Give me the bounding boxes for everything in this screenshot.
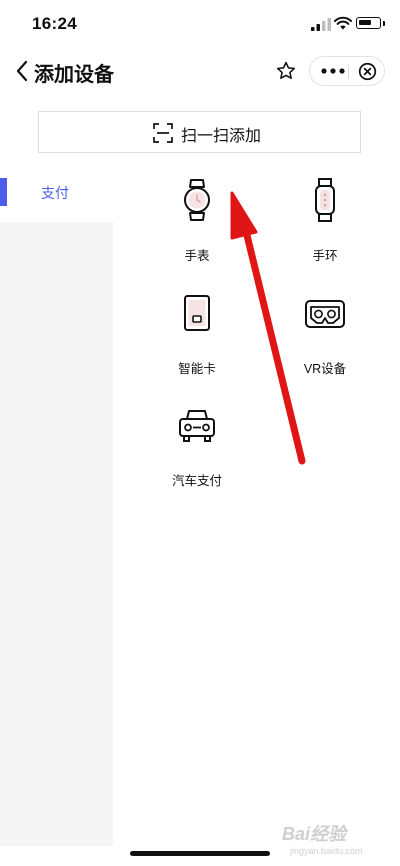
battery-nub — [383, 21, 385, 26]
close-circle-icon[interactable] — [358, 62, 377, 81]
capsule-divider — [348, 64, 349, 79]
device-label: 手环 — [312, 249, 338, 263]
nav-bar: 添加设备 — [0, 48, 400, 96]
back-chevron-icon[interactable] — [14, 59, 30, 83]
star-icon[interactable] — [275, 60, 297, 82]
sidebar-item-label: 支付 — [41, 185, 69, 201]
sidebar-active-indicator — [0, 178, 7, 206]
scan-icon — [153, 123, 173, 143]
device-vr[interactable]: VR设备 — [280, 294, 370, 394]
more-dots-icon[interactable] — [320, 64, 346, 78]
status-time: 16:24 — [32, 14, 77, 33]
device-label: 汽车支付 — [171, 474, 222, 488]
status-bar: 16:24 — [0, 0, 400, 48]
watch-icon — [184, 179, 210, 221]
cellular-signal-icon — [311, 18, 331, 31]
scan-add-label: 扫一扫添加 — [181, 128, 262, 145]
band-icon — [315, 178, 335, 222]
mini-program-capsule — [309, 56, 385, 86]
sidebar-item-payment[interactable]: 支付 — [0, 172, 113, 212]
watermark: Bai经验 — [282, 824, 347, 844]
device-label: 手表 — [184, 249, 210, 263]
car-icon — [179, 410, 215, 442]
battery-icon — [356, 17, 381, 29]
home-indicator — [130, 851, 270, 856]
smart-card-icon — [184, 295, 210, 331]
device-smart-card[interactable]: 智能卡 — [152, 294, 242, 394]
device-car-payment[interactable]: 汽车支付 — [152, 406, 242, 506]
vr-headset-icon — [305, 300, 345, 328]
scan-add-button[interactable]: 扫一扫添加 — [38, 111, 361, 153]
device-watch[interactable]: 手表 — [152, 178, 242, 278]
sidebar-background — [0, 222, 113, 846]
device-label: VR设备 — [303, 362, 347, 376]
watermark-url: jingyan.baidu.com — [290, 846, 363, 856]
device-label: 智能卡 — [178, 362, 216, 376]
page-title: 添加设备 — [34, 64, 114, 86]
device-band[interactable]: 手环 — [280, 178, 370, 278]
wifi-icon — [334, 16, 352, 30]
